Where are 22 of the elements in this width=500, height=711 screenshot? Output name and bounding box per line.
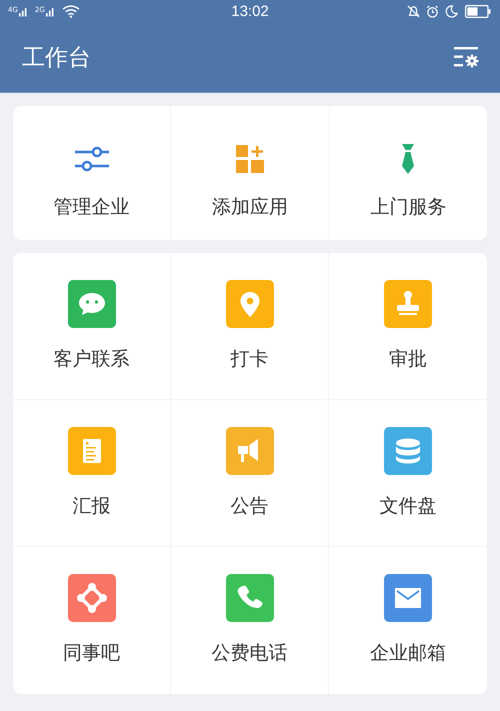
signal-icon bbox=[18, 6, 29, 16]
signal-icon bbox=[46, 6, 56, 16]
app-item[interactable]: 企业邮箱 bbox=[329, 547, 487, 694]
quick-action-item[interactable]: 上门服务 bbox=[330, 106, 487, 240]
app-item[interactable]: 汇报 bbox=[13, 400, 171, 547]
app-item[interactable]: 审批 bbox=[329, 253, 487, 400]
app-item[interactable]: 公费电话 bbox=[171, 547, 329, 694]
page-title: 工作台 bbox=[22, 44, 91, 72]
app-item[interactable]: 客户联系 bbox=[13, 253, 171, 400]
bell-icon bbox=[407, 4, 420, 18]
quick-action-item[interactable]: 添加应用 bbox=[171, 106, 330, 240]
wifi-icon bbox=[62, 4, 80, 18]
settings-icon[interactable] bbox=[454, 46, 480, 68]
app-item[interactable]: 公告 bbox=[171, 400, 329, 547]
quick-action-item[interactable]: 管理企业 bbox=[13, 106, 172, 240]
app-item[interactable]: 打卡 bbox=[171, 253, 329, 400]
clock-time: 13:02 bbox=[231, 2, 269, 20]
moon-icon bbox=[445, 4, 458, 18]
app-item[interactable]: 同事吧 bbox=[13, 547, 171, 694]
battery-icon bbox=[464, 4, 492, 18]
app-item[interactable]: 文件盘 bbox=[329, 400, 487, 547]
alarm-clock-icon bbox=[426, 4, 439, 18]
